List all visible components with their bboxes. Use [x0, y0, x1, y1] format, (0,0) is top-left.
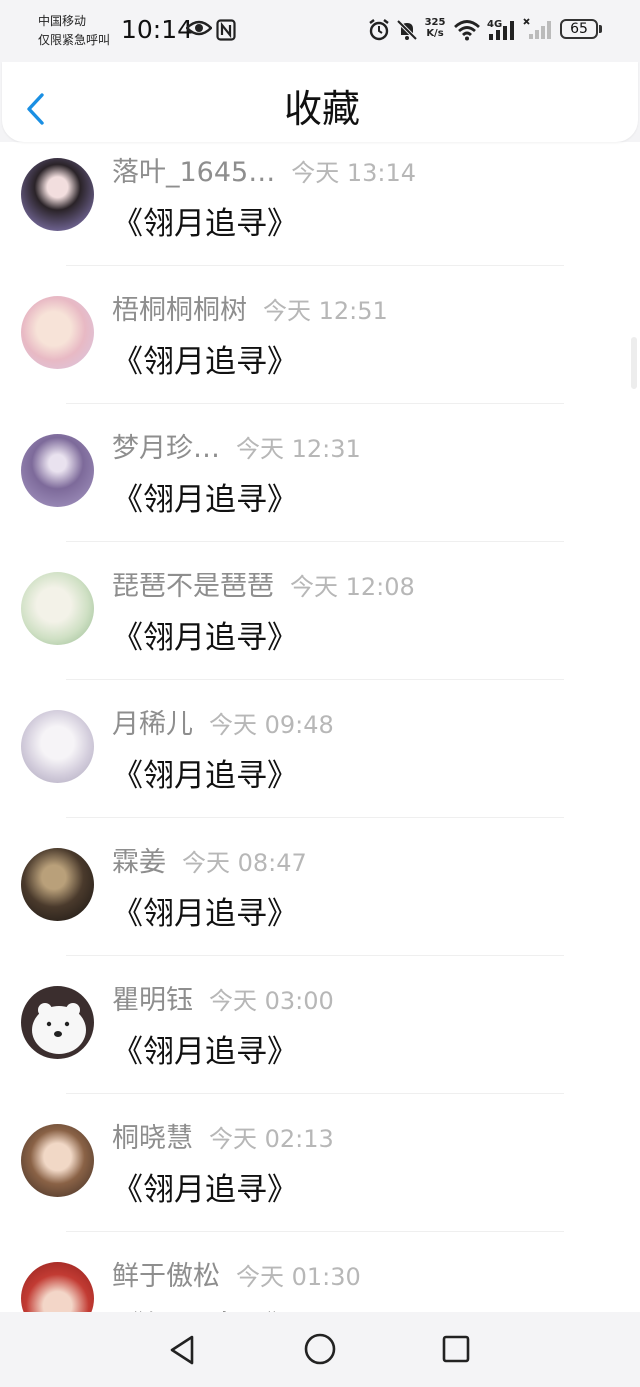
list-item[interactable]: 琵琶不是琶琶 今天 12:08 《翎月追寻》	[0, 536, 640, 674]
header-bar: 收藏	[0, 62, 640, 142]
user-name[interactable]: 鲜于傲松	[112, 1261, 220, 1292]
timestamp: 今天 12:51	[263, 297, 388, 325]
avatar[interactable]	[21, 296, 94, 369]
user-name[interactable]: 琵琶不是琶琶	[112, 571, 274, 602]
scrollbar-thumb[interactable]	[631, 337, 637, 389]
svg-text:4G: 4G	[487, 19, 502, 30]
status-bar: 中国移动 仅限紧急呼叫 10:14 325 K/s 4G 65	[0, 0, 640, 62]
avatar[interactable]	[21, 434, 94, 507]
nfc-icon	[216, 19, 236, 41]
user-name[interactable]: 梧桐桐桐树	[112, 295, 247, 326]
list-item[interactable]: 梦月珍… 今天 12:31 《翎月追寻》	[0, 398, 640, 536]
timestamp: 今天 03:00	[209, 987, 334, 1015]
user-name[interactable]: 瞿明钰	[112, 985, 193, 1016]
status-time: 10:14	[121, 15, 194, 44]
system-nav-bar	[0, 1312, 640, 1387]
list-item[interactable]: 落叶_1645… 今天 13:14 《翎月追寻》	[0, 142, 640, 260]
avatar[interactable]	[21, 572, 94, 645]
user-name[interactable]: 落叶_1645…	[112, 157, 275, 188]
header-card: 收藏	[2, 62, 638, 142]
list-item[interactable]: 月稀儿 今天 09:48 《翎月追寻》	[0, 674, 640, 812]
avatar[interactable]	[21, 1262, 94, 1312]
novel-title[interactable]: 《翎月追寻》	[112, 612, 298, 657]
list-item[interactable]: 瞿明钰 今天 03:00 《翎月追寻》	[0, 950, 640, 1088]
carrier-info: 中国移动 仅限紧急呼叫	[38, 12, 110, 50]
user-name[interactable]: 桐晓慧	[112, 1123, 193, 1154]
signal-no-sim-icon	[523, 18, 551, 39]
list-item[interactable]: 梧桐桐桐树 今天 12:51 《翎月追寻》	[0, 260, 640, 398]
list-item[interactable]: 霖姜 今天 08:47 《翎月追寻》	[0, 812, 640, 950]
net-speed: 325 K/s	[424, 17, 446, 39]
novel-title[interactable]: 《翎月追寻》	[112, 750, 298, 795]
list-item[interactable]: 桐晓慧 今天 02:13 《翎月追寻》	[0, 1088, 640, 1226]
list-item[interactable]: 鲜于傲松今天 01:30 《翎月追寻》	[0, 1226, 640, 1312]
circle-home-icon[interactable]	[303, 1332, 337, 1366]
avatar[interactable]	[21, 158, 94, 231]
user-name[interactable]: 霖姜	[112, 847, 166, 878]
avatar[interactable]	[21, 848, 94, 921]
battery-indicator: 65	[560, 19, 598, 39]
page-title: 收藏	[283, 87, 360, 131]
signal-4g-icon: 4G	[487, 19, 514, 40]
timestamp: 今天 13:14	[291, 159, 417, 187]
timestamp: 今天 02:13	[209, 1125, 334, 1153]
novel-title[interactable]: 《翎月追寻》	[112, 1164, 298, 1209]
timestamp: 今天 12:31	[236, 435, 361, 463]
avatar[interactable]	[21, 1124, 94, 1197]
wifi-icon	[454, 20, 480, 41]
novel-title[interactable]: 《翎月追寻》	[112, 1026, 298, 1071]
polar-bear-icon	[32, 1003, 86, 1054]
novel-title[interactable]: 《翎月追寻》	[112, 474, 298, 519]
square-recent-icon[interactable]	[441, 1334, 471, 1364]
eye-icon	[186, 20, 212, 36]
favorites-list[interactable]: 落叶_1645… 今天 13:14 《翎月追寻》 梧桐桐桐树 今天 12:51 《翎…	[0, 142, 640, 1312]
timestamp: 今天 09:48	[209, 711, 334, 739]
avatar[interactable]	[21, 710, 94, 783]
mute-bell-icon	[396, 19, 418, 41]
novel-title[interactable]: 《翎月追寻》	[112, 888, 298, 933]
triangle-back-icon[interactable]	[168, 1334, 196, 1366]
alarm-icon	[369, 19, 389, 41]
timestamp: 今天 08:47	[182, 849, 307, 877]
user-name[interactable]: 梦月珍…	[112, 433, 220, 464]
avatar[interactable]	[21, 986, 94, 1059]
battery-tip	[599, 25, 602, 33]
novel-title[interactable]: 《翎月追寻》	[112, 1302, 298, 1312]
timestamp: 今天 01:30	[236, 1263, 361, 1291]
carrier-name: 中国移动	[38, 14, 87, 28]
novel-title[interactable]: 《翎月追寻》	[112, 198, 298, 243]
net-speed-unit: K/s	[426, 28, 444, 39]
timestamp: 今天 12:08	[290, 573, 415, 601]
novel-title[interactable]: 《翎月追寻》	[112, 336, 298, 381]
user-name[interactable]: 月稀儿	[112, 709, 193, 740]
net-speed-value: 325	[424, 17, 446, 28]
carrier-status: 仅限紧急呼叫	[38, 33, 111, 47]
